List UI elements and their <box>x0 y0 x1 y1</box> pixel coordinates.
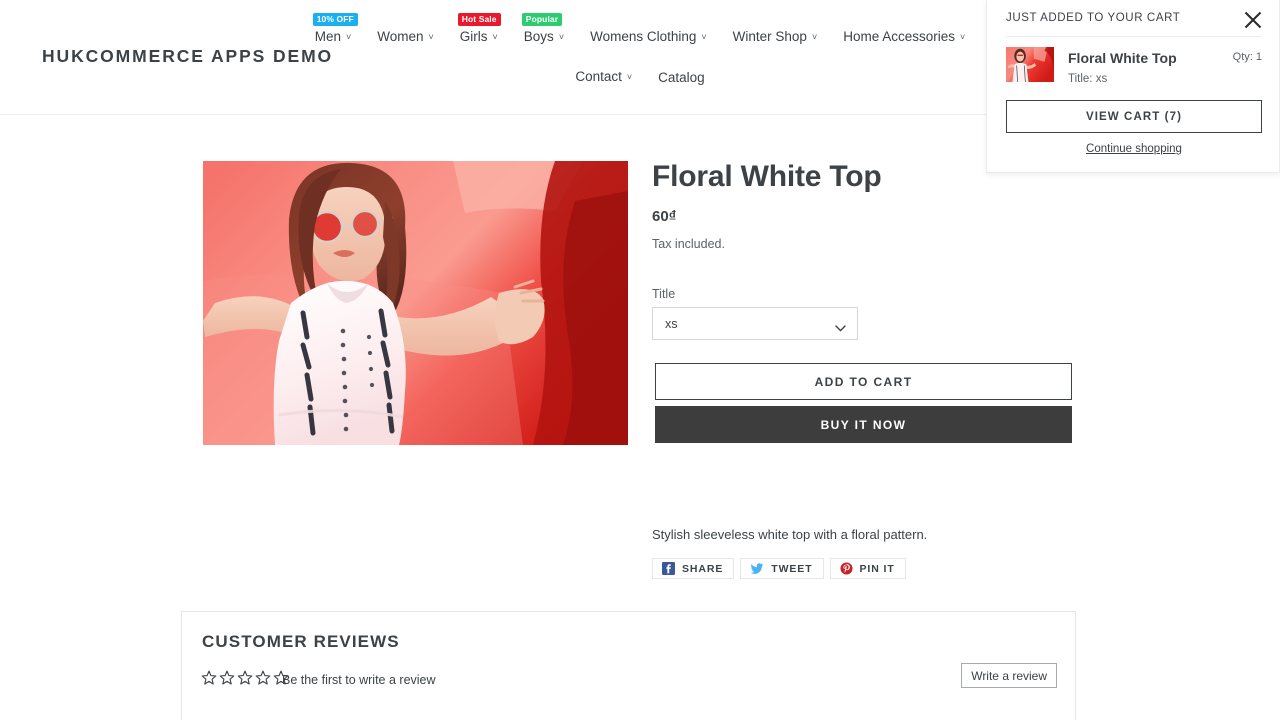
cart-item-variant: Title: xs <box>1068 73 1108 85</box>
nav-item-label: Contact <box>575 69 622 84</box>
chevron-down-icon: ˅ <box>626 72 633 82</box>
nav-item-men[interactable]: 10% OFF Men ˅ <box>302 13 365 47</box>
chevron-down-icon: ˅ <box>960 32 966 42</box>
star-icon[interactable] <box>201 670 217 685</box>
nav-badge: Popular <box>521 13 563 26</box>
add-to-cart-button[interactable]: ADD TO CART <box>655 363 1072 400</box>
view-cart-button[interactable]: VIEW CART (7) <box>1006 100 1262 133</box>
close-icon[interactable] <box>1241 8 1265 32</box>
nav-item-girls[interactable]: Hot Sale Girls ˅ <box>447 13 511 47</box>
cart-item-title[interactable]: Floral White Top <box>1068 50 1177 66</box>
nav-item-label: Winter Shop <box>732 29 807 44</box>
cart-item-thumbnail[interactable] <box>1006 47 1054 82</box>
share-button-tweet[interactable]: TWEET <box>740 558 824 579</box>
tax-note: Tax included. <box>652 237 725 251</box>
nav-item-home-accessories[interactable]: Home Accessories ˅ <box>830 28 978 47</box>
nav-badge: Hot Sale <box>457 13 501 26</box>
nav-item-label: Men <box>314 29 341 44</box>
nav-item-womens-clothing[interactable]: Womens Clothing ˅ <box>577 28 720 47</box>
star-rating[interactable] <box>201 670 289 685</box>
chevron-down-icon: ˅ <box>345 32 352 42</box>
cart-divider <box>1006 36 1262 37</box>
continue-shopping-link[interactable]: Continue shopping <box>987 143 1280 155</box>
share-button-label: PIN IT <box>859 562 895 575</box>
share-button-share[interactable]: SHARE <box>652 558 735 579</box>
nav-item-label: Womens Clothing <box>590 29 697 44</box>
reviews-empty-text: Be the first to write a review <box>282 673 436 687</box>
variant-select[interactable]: xs <box>652 307 858 340</box>
product-image[interactable] <box>203 161 628 445</box>
variant-label: Title <box>652 287 676 301</box>
share-buttons: SHARE TWEET PIN IT <box>652 558 906 579</box>
star-icon[interactable] <box>219 670 235 685</box>
customer-reviews-section: CUSTOMER REVIEWS Be the first to write a… <box>181 611 1076 720</box>
star-icon[interactable] <box>255 670 271 685</box>
nav-item-women[interactable]: Women ˅ <box>364 28 447 47</box>
product-description: Stylish sleeveless white top with a flor… <box>652 527 928 542</box>
nav-item-contact[interactable]: Contact ˅ <box>562 68 645 87</box>
nav-badge: 10% OFF <box>312 13 358 26</box>
buy-it-now-button[interactable]: BUY IT NOW <box>655 406 1072 443</box>
chevron-down-icon: ˅ <box>558 32 565 42</box>
nav-item-boys[interactable]: Popular Boys ˅ <box>511 13 577 47</box>
nav-item-label: Women <box>377 29 424 44</box>
share-button-pin-it[interactable]: PIN IT <box>829 558 906 579</box>
share-button-label: TWEET <box>771 562 813 575</box>
product-page: HUKCOMMERCE APPS DEMO 10% OFF Men ˅ Women ˅ H… <box>0 0 1280 720</box>
nav-item-label: Girls <box>459 29 488 44</box>
cart-popup: JUST ADDED TO YOUR CART Floral White Top… <box>986 0 1280 173</box>
chevron-down-icon: ˅ <box>701 32 707 42</box>
cart-item-quantity: Qty: 1 <box>1232 51 1262 63</box>
star-icon[interactable] <box>237 670 253 685</box>
share-button-label: SHARE <box>682 562 724 575</box>
variant-select-wrapper: xs <box>652 307 858 340</box>
facebook-icon <box>662 562 675 575</box>
chevron-down-icon: ˅ <box>428 32 434 42</box>
chevron-down-icon: ˅ <box>811 32 818 42</box>
write-review-button[interactable]: Write a review <box>961 663 1057 688</box>
nav-item-winter-shop[interactable]: Winter Shop ˅ <box>720 28 831 47</box>
cart-popup-heading: JUST ADDED TO YOUR CART <box>1006 12 1181 24</box>
nav-item-label: Home Accessories <box>843 29 956 44</box>
twitter-icon <box>750 562 764 575</box>
product-price: 60₫ <box>652 208 677 225</box>
site-logo[interactable]: HUKCOMMERCE APPS DEMO <box>42 46 333 67</box>
nav-item-label: Catalog <box>658 70 705 85</box>
chevron-down-icon: ˅ <box>492 32 498 42</box>
nav-item-catalog[interactable]: Catalog <box>645 69 718 87</box>
nav-item-label: Boys <box>523 29 554 44</box>
reviews-heading: CUSTOMER REVIEWS <box>202 632 400 651</box>
pinterest-icon <box>840 562 853 575</box>
